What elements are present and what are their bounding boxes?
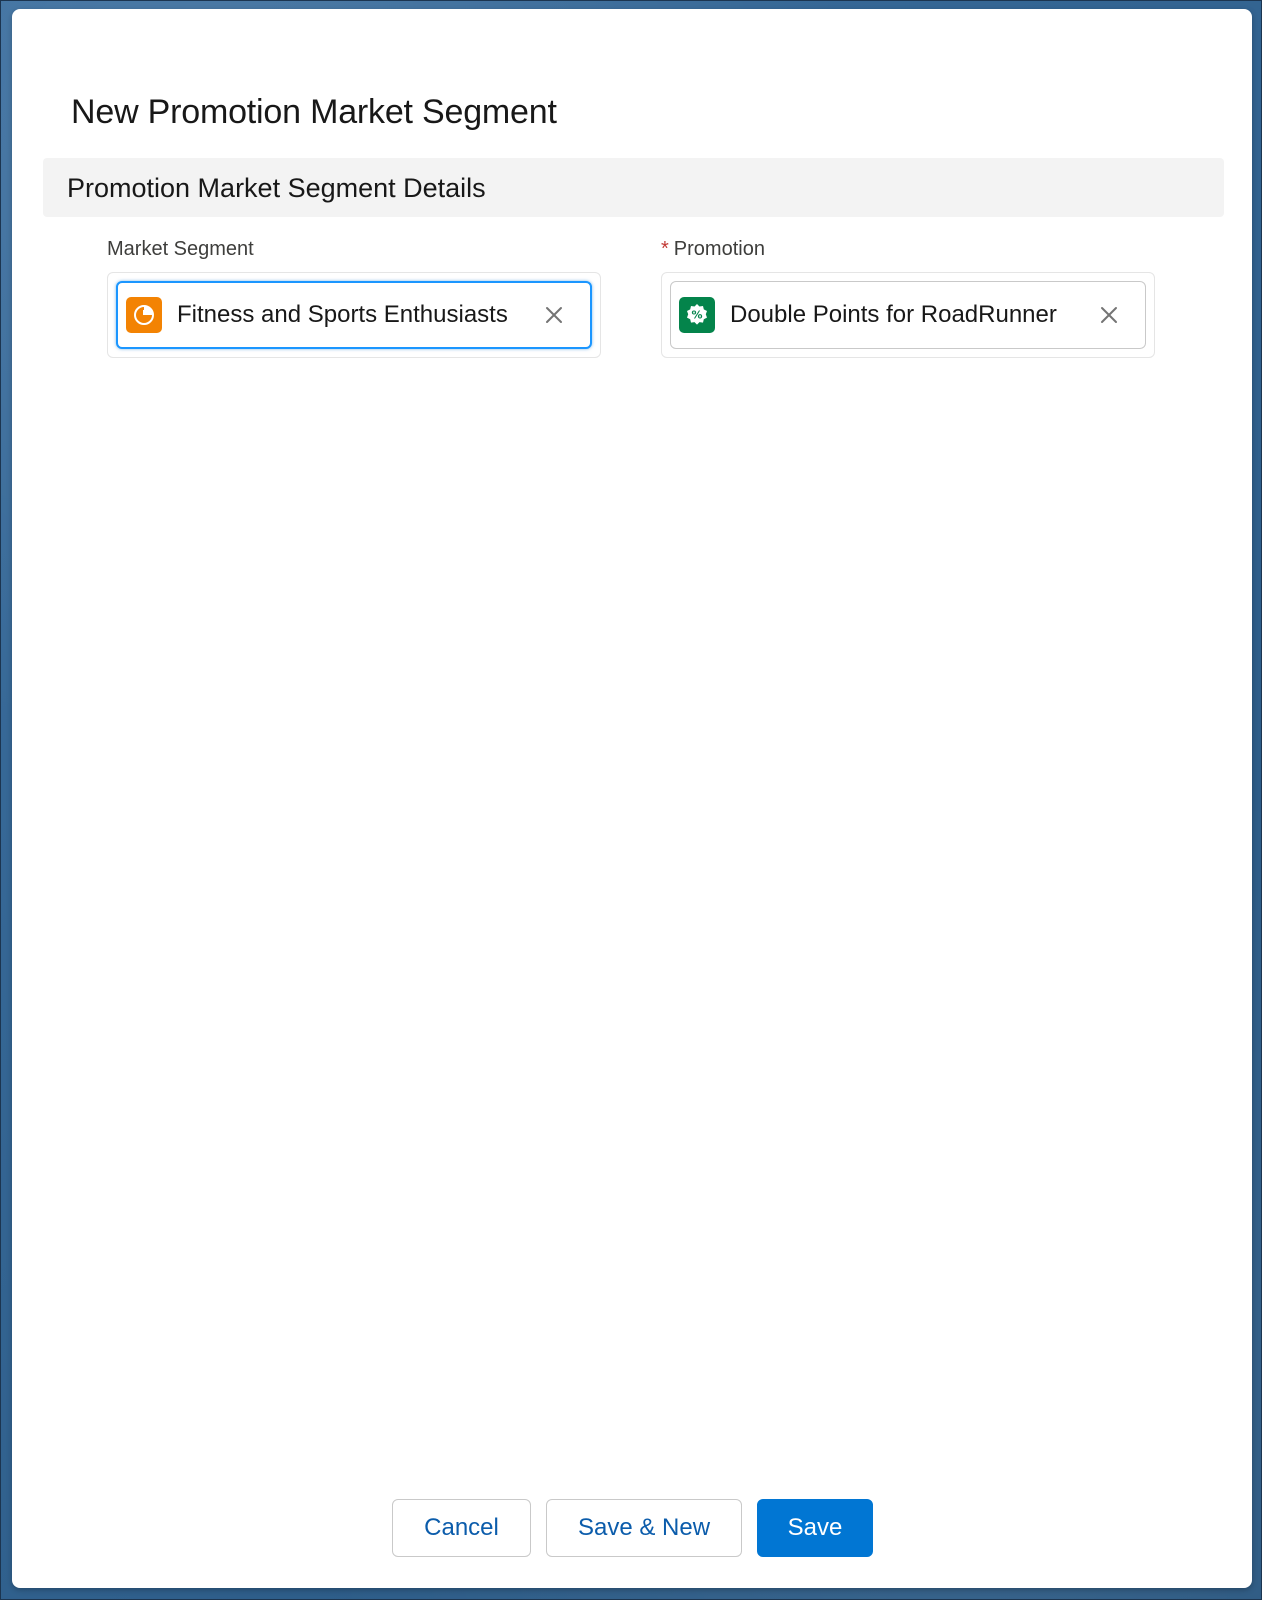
promotion-lookup-pill[interactable]: % Double Points for RoadRunner — [670, 281, 1146, 349]
section-title: Promotion Market Segment Details — [67, 173, 486, 203]
promotion-remove-button[interactable] — [1091, 297, 1127, 333]
close-icon — [1101, 307, 1117, 323]
market-segment-value: Fitness and Sports Enthusiasts — [177, 301, 508, 328]
promotion-field: % Double Points for RoadRunner — [661, 272, 1155, 358]
market-segment-icon — [126, 297, 162, 333]
promotion-value: Double Points for RoadRunner — [730, 301, 1057, 328]
promotion-label: Promotion — [673, 238, 765, 260]
save-button[interactable]: Save — [757, 1499, 873, 1557]
modal-footer: Cancel Save & New Save — [12, 1499, 1252, 1559]
market-segment-label: Market Segment — [107, 238, 254, 260]
section-header: Promotion Market Segment Details — [43, 158, 1224, 217]
modal-title: New Promotion Market Segment — [71, 93, 557, 131]
cancel-button[interactable]: Cancel — [392, 1499, 531, 1557]
market-segment-lookup-pill[interactable]: Fitness and Sports Enthusiasts — [116, 281, 592, 349]
promotion-label-wrap: * Promotion — [661, 238, 765, 261]
required-indicator: * — [661, 238, 669, 260]
close-icon — [546, 307, 562, 323]
modal-dialog: New Promotion Market Segment Promotion M… — [12, 9, 1252, 1588]
market-segment-remove-button[interactable] — [536, 297, 572, 333]
market-segment-field: Fitness and Sports Enthusiasts — [107, 272, 601, 358]
promotion-icon: % — [679, 297, 715, 333]
save-and-new-button[interactable]: Save & New — [546, 1499, 742, 1557]
svg-text:%: % — [691, 309, 702, 322]
